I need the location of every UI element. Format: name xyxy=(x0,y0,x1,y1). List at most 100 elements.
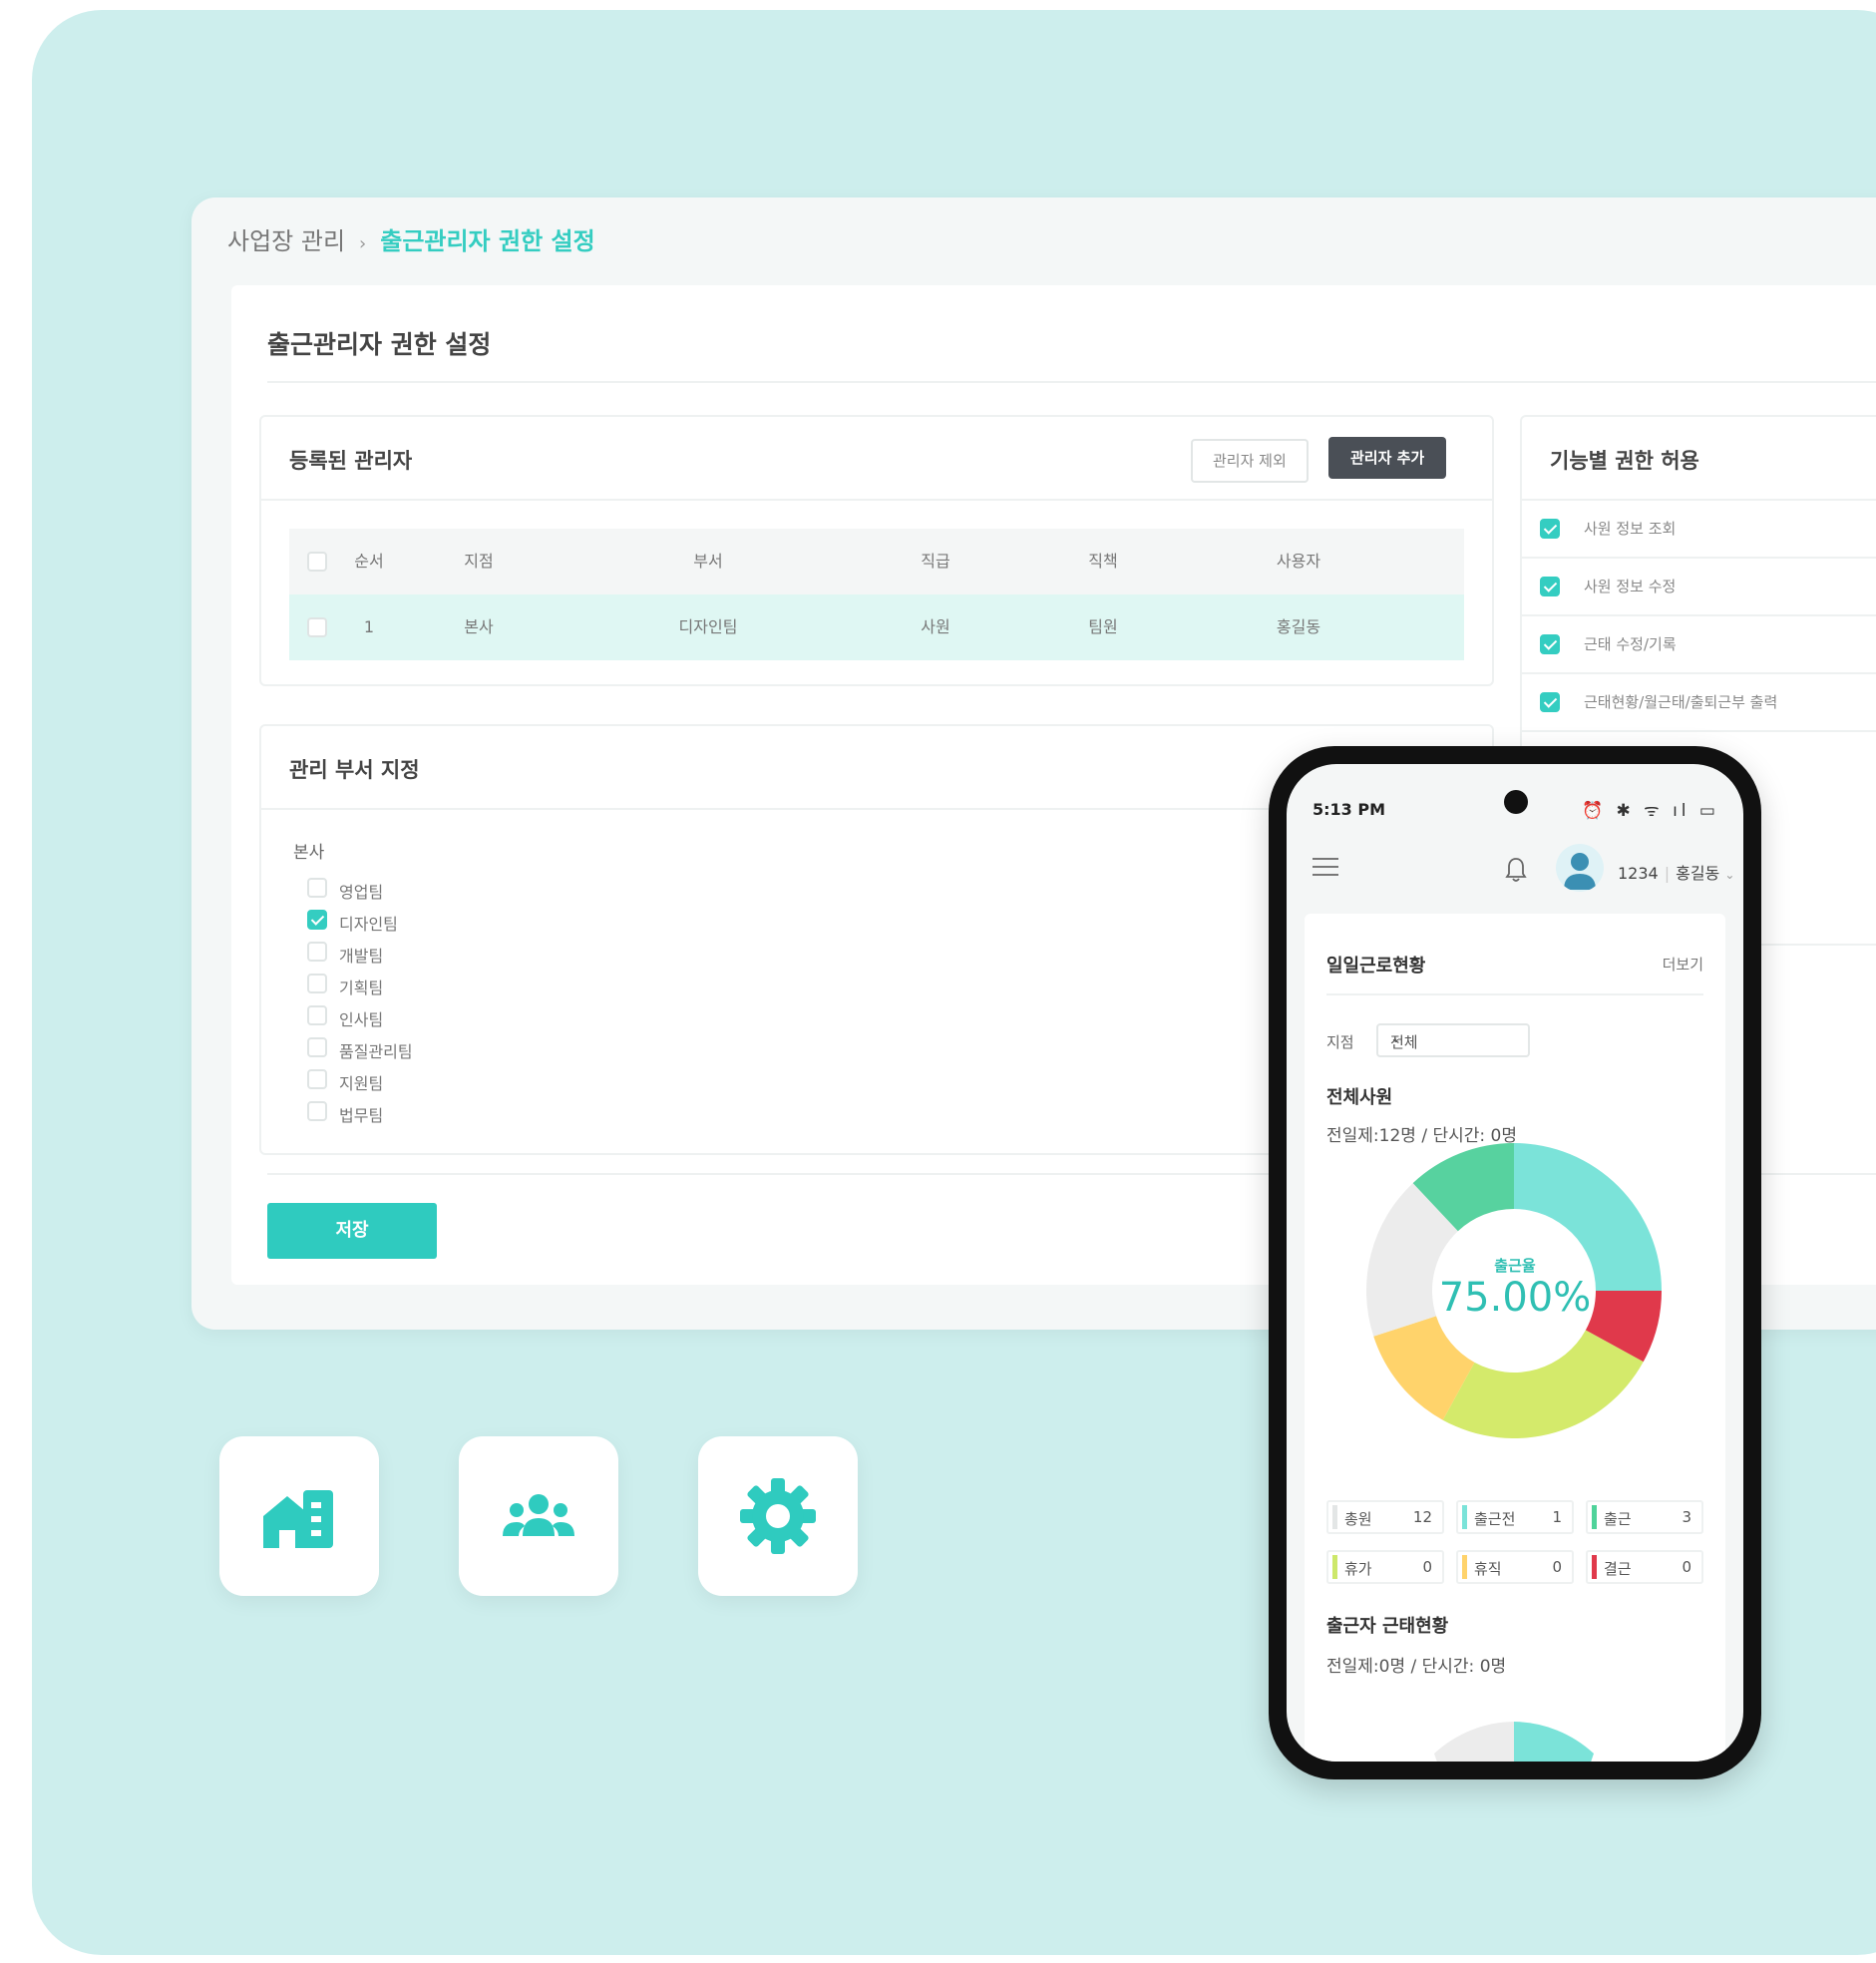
department-checkbox[interactable] xyxy=(307,1069,327,1089)
department-label: 품질관리팀 xyxy=(339,1042,413,1061)
panel-title: 등록된 관리자 xyxy=(289,449,413,473)
avatar[interactable] xyxy=(1556,844,1604,892)
department-checkbox[interactable] xyxy=(307,910,327,930)
branch-select[interactable]: 전체 ⌄ xyxy=(1376,1023,1530,1057)
stat-value: 3 xyxy=(1682,1508,1691,1526)
permission-item[interactable]: 근태 수정/기록 xyxy=(1522,616,1876,674)
stat-value: 0 xyxy=(1422,1558,1432,1576)
permission-item[interactable]: 사원 정보 수정 xyxy=(1522,559,1876,616)
stat-label: 휴직 xyxy=(1474,1560,1502,1578)
status-icons: ⏰ ✱ ᯤ ıl ▭ xyxy=(1581,801,1719,821)
stat-label: 출근전 xyxy=(1474,1510,1516,1528)
attendee-slice xyxy=(1434,1722,1514,1762)
department-checkbox[interactable] xyxy=(307,1005,327,1025)
user-id: 1234 xyxy=(1618,864,1659,883)
department-checkbox[interactable] xyxy=(307,1037,327,1057)
save-button[interactable]: 저장 xyxy=(267,1203,437,1259)
people-group-icon xyxy=(503,1494,574,1536)
stat-box: 결근 0 xyxy=(1586,1550,1703,1584)
column-header: 직책 xyxy=(1088,552,1118,571)
permission-checkbox[interactable] xyxy=(1540,692,1560,712)
permission-item[interactable]: 근태현황/월근태/출퇴근부 출력 xyxy=(1522,674,1876,732)
permission-item[interactable]: 사원 정보 조회 xyxy=(1522,501,1876,559)
table-cell: 사원 xyxy=(921,617,950,636)
building-home-icon xyxy=(263,1490,333,1548)
department-label: 영업팀 xyxy=(339,883,384,902)
stat-color-marker xyxy=(1592,1505,1597,1529)
department-label: 개발팀 xyxy=(339,947,384,966)
column-header: 지점 xyxy=(464,552,494,571)
department-checkbox[interactable] xyxy=(307,942,327,962)
select-all-checkbox[interactable] xyxy=(307,552,327,572)
phone-mockup: 5:13 PM ⏰ ✱ ᯤ ıl ▭ 1234 | 홍길동 ⌄ 일일근로현황 더보기… xyxy=(1269,746,1761,1779)
permission-checkbox[interactable] xyxy=(1540,634,1560,654)
user-menu[interactable]: 1234 | 홍길동 ⌄ xyxy=(1618,860,1734,884)
stat-color-marker xyxy=(1462,1505,1467,1529)
divider xyxy=(261,499,1492,501)
column-header: 순서 xyxy=(354,552,384,571)
permission-label: 근태 수정/기록 xyxy=(1584,635,1677,653)
column-header: 사용자 xyxy=(1276,552,1321,571)
donut-center-value: 75.00% xyxy=(1438,1275,1592,1321)
breadcrumb-parent[interactable]: 사업장 관리 xyxy=(227,227,345,255)
stat-value: 1 xyxy=(1552,1508,1562,1526)
status-time: 5:13 PM xyxy=(1313,800,1386,819)
gear-icon xyxy=(740,1478,816,1554)
department-checkbox[interactable] xyxy=(307,974,327,993)
menu-icon[interactable] xyxy=(1313,858,1338,878)
stat-color-marker xyxy=(1332,1555,1337,1579)
stat-label: 출근 xyxy=(1604,1510,1632,1528)
page-title: 출근관리자 권한 설정 xyxy=(267,330,492,359)
breadcrumb: 사업장 관리 › 출근관리자 권한 설정 xyxy=(227,221,595,256)
table-row[interactable]: 1 본사 디자인팀 사원 팀원 홍길동 xyxy=(289,594,1464,660)
permission-checkbox[interactable] xyxy=(1540,577,1560,596)
camera-hole xyxy=(1504,790,1528,814)
permission-label: 사원 정보 조회 xyxy=(1584,520,1677,538)
breadcrumb-current: 출근관리자 권한 설정 xyxy=(380,227,595,255)
dept-group-label: 본사 xyxy=(293,843,325,863)
stat-box: 출근 3 xyxy=(1586,1500,1703,1534)
tile-people[interactable] xyxy=(459,1436,618,1596)
divider xyxy=(1326,993,1703,995)
table-cell: 홍길동 xyxy=(1276,617,1321,636)
stat-value: 12 xyxy=(1412,1508,1432,1526)
stat-box: 총원 12 xyxy=(1326,1500,1444,1534)
column-header: 직급 xyxy=(921,552,950,571)
add-manager-button[interactable]: 관리자 추가 xyxy=(1328,437,1447,479)
remove-manager-button[interactable]: 관리자 제외 xyxy=(1191,439,1309,483)
stat-label: 휴가 xyxy=(1344,1560,1372,1578)
department-checkbox[interactable] xyxy=(307,878,327,898)
stat-box: 출근전 1 xyxy=(1456,1500,1574,1534)
tile-settings[interactable] xyxy=(698,1436,858,1596)
stat-color-marker xyxy=(1592,1555,1597,1579)
phone-screen: 5:13 PM ⏰ ✱ ᯤ ıl ▭ 1234 | 홍길동 ⌄ 일일근로현황 더보기… xyxy=(1287,764,1743,1762)
stat-value: 0 xyxy=(1682,1558,1691,1576)
tile-building[interactable] xyxy=(219,1436,379,1596)
attendee-summary: 전일제:0명 / 단시간: 0명 xyxy=(1326,1657,1507,1677)
chevron-down-icon: ⌄ xyxy=(1390,1031,1401,1046)
branch-label: 지점 xyxy=(1326,1033,1354,1051)
table-cell: 1 xyxy=(363,617,375,636)
row-checkbox[interactable] xyxy=(307,617,327,637)
registered-managers-panel: 등록된 관리자 관리자 제외 관리자 추가 순서 지점 부서 직급 직책 사용자 1 본사 디… xyxy=(259,415,1494,686)
department-checkbox[interactable] xyxy=(307,1101,327,1121)
permission-label: 사원 정보 수정 xyxy=(1584,578,1677,595)
department-label: 법무팀 xyxy=(339,1106,384,1125)
managers-table: 순서 지점 부서 직급 직책 사용자 1 본사 디자인팀 사원 팀원 홍길동 xyxy=(289,529,1464,660)
section-title: 일일근로현황 xyxy=(1326,956,1426,977)
table-body: 1 본사 디자인팀 사원 팀원 홍길동 xyxy=(289,594,1464,660)
attendee-title: 출근자 근태현황 xyxy=(1326,1616,1449,1637)
user-name: 홍길동 xyxy=(1676,864,1720,883)
all-staff-title: 전체사원 xyxy=(1326,1087,1393,1108)
department-label: 디자인팀 xyxy=(339,915,398,934)
department-label: 인사팀 xyxy=(339,1010,384,1029)
department-label: 기획팀 xyxy=(339,979,384,997)
column-header: 부서 xyxy=(693,552,723,571)
attendee-donut-chart xyxy=(1434,1722,1594,1762)
more-link[interactable]: 더보기 xyxy=(1663,954,1703,975)
department-label: 지원팀 xyxy=(339,1074,384,1093)
attendee-slice xyxy=(1514,1722,1594,1762)
permission-checkbox[interactable] xyxy=(1540,519,1560,539)
bell-icon[interactable] xyxy=(1504,856,1528,884)
daily-work-card: 일일근로현황 더보기 지점 전체 ⌄ 전체사원 전일제:12명 / 단시간: 0… xyxy=(1305,914,1725,1762)
